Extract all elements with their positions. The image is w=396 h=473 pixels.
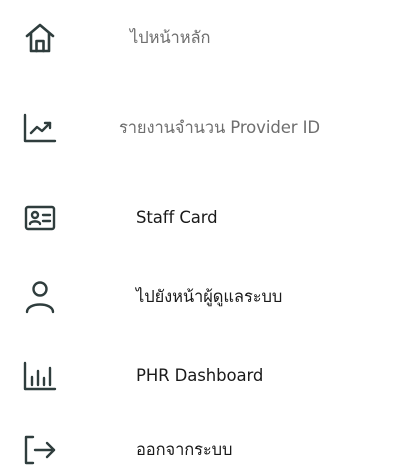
menu-item-label: ออกจากระบบ xyxy=(136,440,233,459)
user-icon xyxy=(18,275,62,319)
menu-item-label: Staff Card xyxy=(136,208,218,227)
menu-item-home[interactable]: ไปหน้าหลัก xyxy=(0,16,396,60)
menu-item-admin[interactable]: ไปยังหน้าผู้ดูแลระบบ xyxy=(0,275,396,319)
id-card-icon xyxy=(18,196,62,240)
menu-item-logout[interactable]: ออกจากระบบ xyxy=(0,428,396,472)
menu-item-label: ไปยังหน้าผู้ดูแลระบบ xyxy=(136,287,283,306)
menu-item-label: ไปหน้าหลัก xyxy=(130,28,211,47)
bar-chart-icon xyxy=(18,354,62,398)
menu-item-phr-dashboard[interactable]: PHR Dashboard xyxy=(0,354,396,398)
side-menu: ไปหน้าหลัก รายงานจำนวน Provider ID Staff… xyxy=(0,0,396,473)
logout-icon xyxy=(18,428,62,472)
trending-chart-icon xyxy=(18,106,62,150)
menu-item-provider-id-report[interactable]: รายงานจำนวน Provider ID xyxy=(0,106,396,150)
menu-item-label: PHR Dashboard xyxy=(136,366,264,385)
menu-item-staff-card[interactable]: Staff Card xyxy=(0,196,396,240)
menu-item-label: รายงานจำนวน Provider ID xyxy=(119,118,320,137)
home-icon xyxy=(18,16,62,60)
